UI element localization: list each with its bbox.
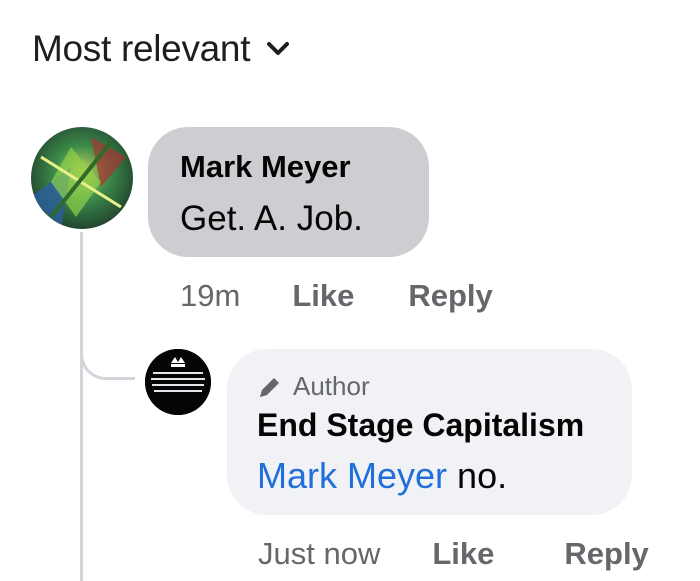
- reply-timestamp[interactable]: Just now: [258, 536, 380, 572]
- avatar[interactable]: [31, 127, 133, 229]
- thread-connector: [80, 330, 135, 380]
- comment-author[interactable]: Mark Meyer: [180, 149, 351, 185]
- reply-button[interactable]: Reply: [408, 278, 492, 314]
- pencil-icon: [257, 374, 283, 400]
- author-badge: Author: [257, 371, 370, 402]
- sort-label: Most relevant: [32, 28, 251, 69]
- mention-link[interactable]: Mark Meyer: [257, 455, 447, 496]
- comment-timestamp[interactable]: 19m: [180, 278, 240, 314]
- sort-dropdown[interactable]: Most relevant: [32, 28, 292, 70]
- author-badge-label: Author: [293, 371, 370, 401]
- reply-text: Mark Meyer no.: [257, 455, 507, 497]
- reply-author[interactable]: End Stage Capitalism: [257, 407, 584, 444]
- like-button[interactable]: Like: [292, 278, 354, 314]
- reply-actions: Just now Like Reply: [258, 536, 649, 572]
- reply-reply-button[interactable]: Reply: [564, 536, 648, 572]
- comment-text: Get. A. Job.: [180, 199, 363, 238]
- comment-bubble: Mark Meyer Get. A. Job.: [148, 127, 429, 257]
- reply-like-button[interactable]: Like: [432, 536, 494, 572]
- thread-line: [80, 232, 83, 581]
- reply-bubble: Author End Stage Capitalism Mark Meyer n…: [227, 349, 632, 515]
- reply-avatar[interactable]: [145, 349, 211, 415]
- chevron-down-icon: [264, 35, 292, 63]
- reply-message: no.: [457, 455, 508, 496]
- comment-actions: 19m Like Reply: [180, 278, 493, 314]
